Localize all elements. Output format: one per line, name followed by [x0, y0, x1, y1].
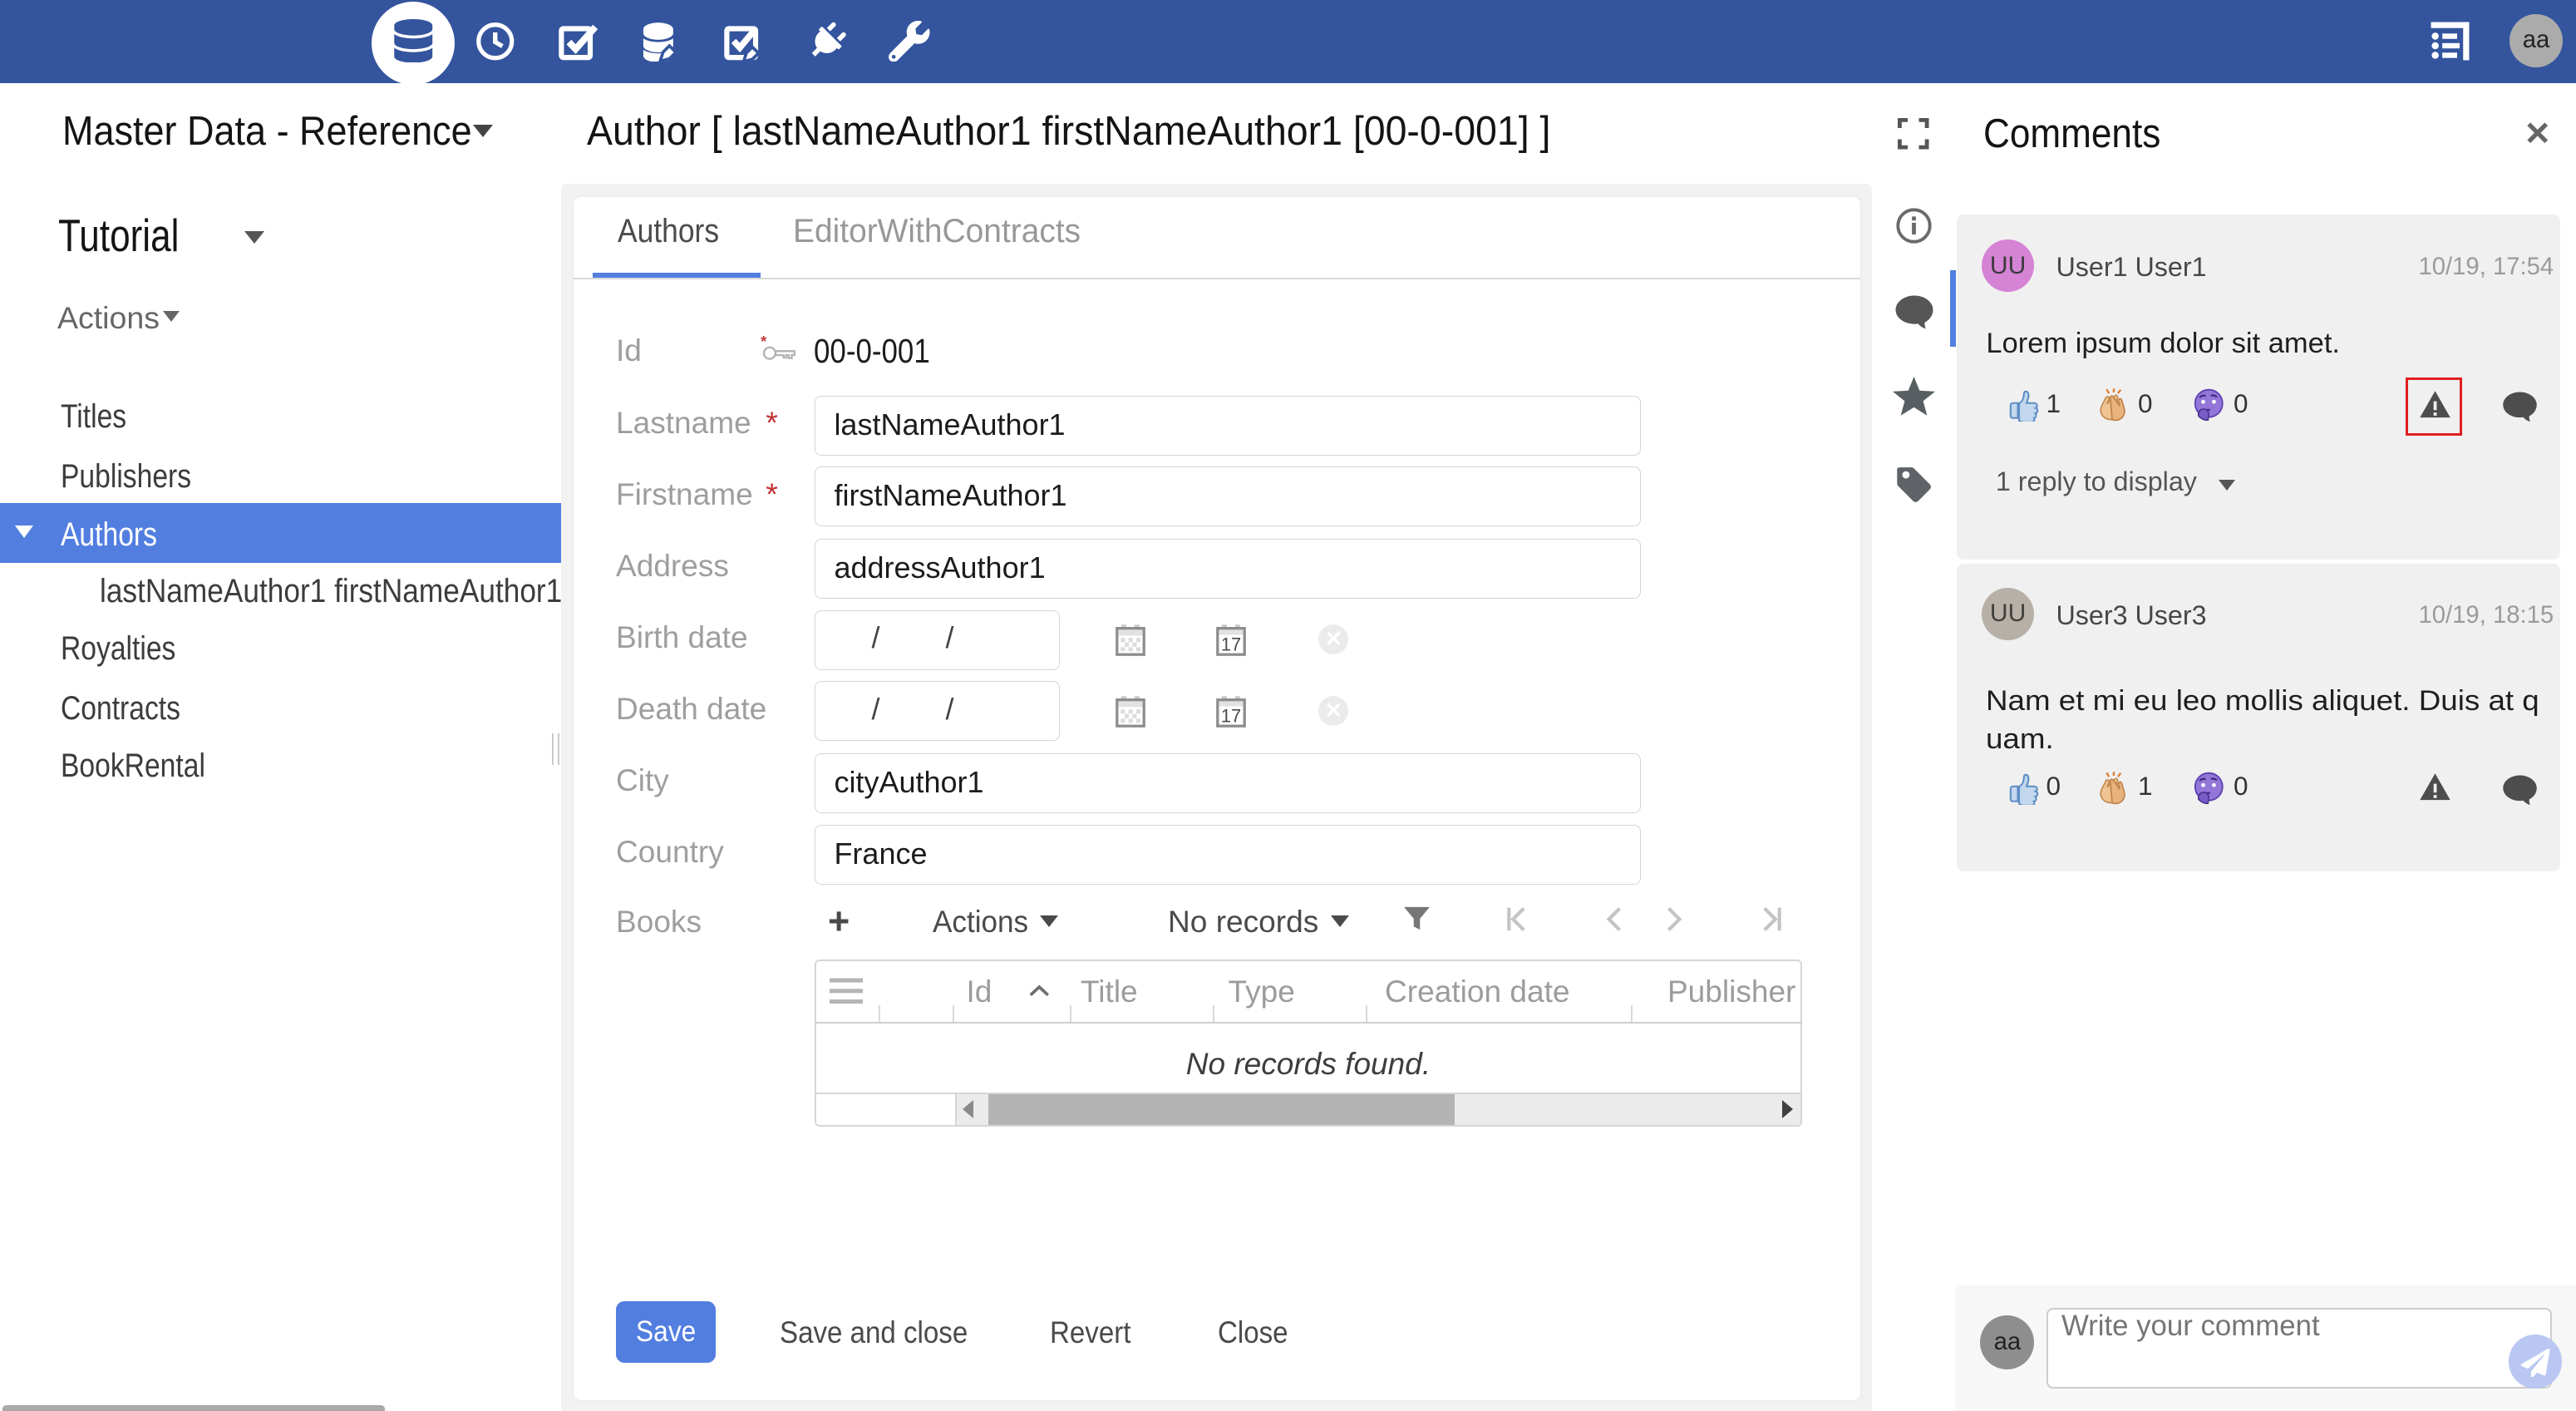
- svg-text:17: 17: [1221, 634, 1241, 654]
- svg-text:*: *: [761, 336, 767, 350]
- svg-text:17: 17: [1221, 705, 1241, 726]
